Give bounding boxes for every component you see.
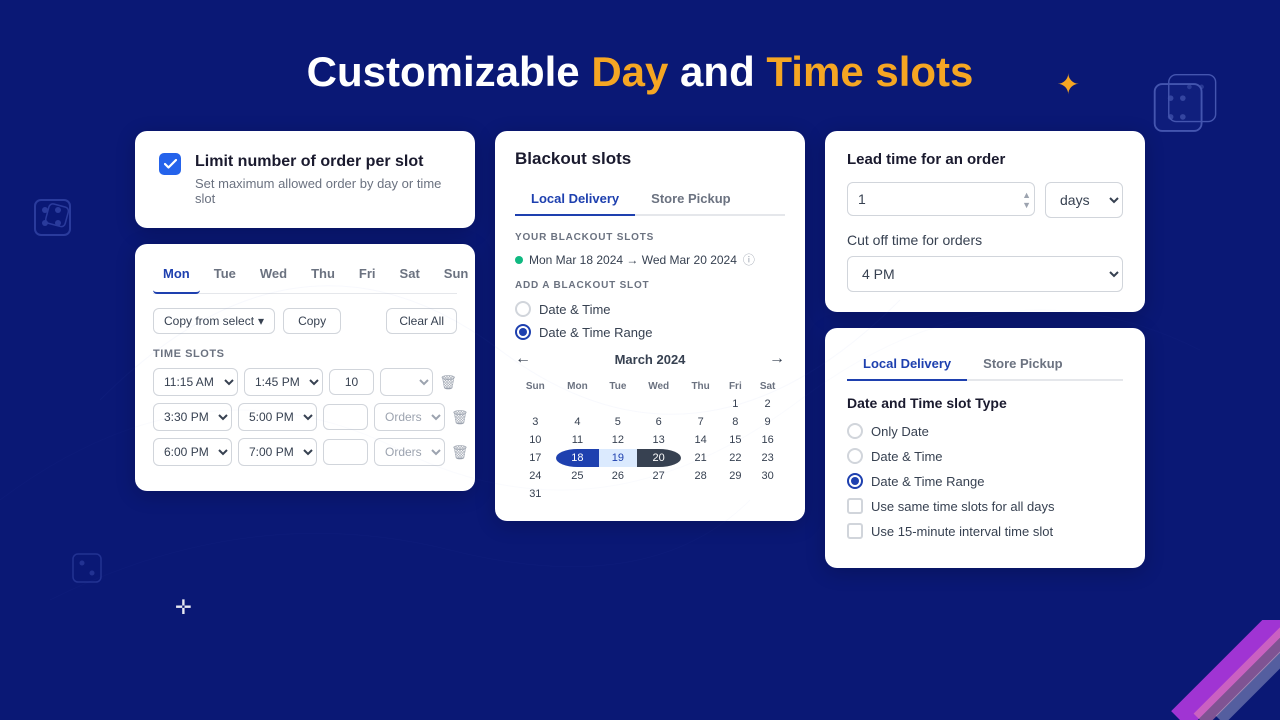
lead-time-input[interactable] bbox=[847, 182, 1035, 216]
lead-time-increment[interactable]: ▲ bbox=[1022, 191, 1031, 200]
lead-time-decrement[interactable]: ▼ bbox=[1022, 201, 1031, 210]
lead-time-spinners: ▲ ▼ bbox=[1022, 182, 1031, 218]
lead-time-number-wrap: ▲ ▼ bbox=[847, 182, 1035, 218]
